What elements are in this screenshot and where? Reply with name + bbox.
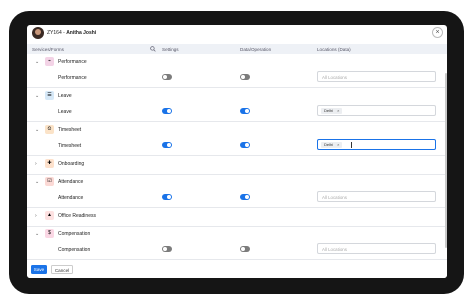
permissions-dialog: ZY164 - Anitha Joshi × Services/Forms Se… — [27, 25, 447, 278]
category-office-readiness[interactable]: › ▲ Office Readiness — [27, 209, 447, 223]
chevron-down-icon[interactable]: ⌄ — [35, 127, 39, 133]
location-chip: Delhi × — [321, 108, 343, 114]
avatar — [32, 27, 44, 39]
search-icon[interactable] — [150, 46, 156, 52]
locations-input[interactable]: All Locations — [317, 71, 436, 82]
location-chip-label: Delhi — [324, 142, 334, 147]
office-readiness-icon: ▲ — [45, 211, 54, 220]
permission-label: Performance — [58, 75, 87, 81]
settings-toggle[interactable] — [162, 108, 172, 114]
permission-row: Compensation All Locations — [27, 241, 447, 260]
locations-placeholder: All Locations — [322, 247, 347, 252]
save-button[interactable]: Save — [31, 265, 47, 274]
data-operation-toggle[interactable] — [240, 142, 250, 148]
dialog-header: ZY164 - Anitha Joshi × — [27, 25, 447, 43]
leave-icon: ☰ — [45, 91, 54, 100]
col-services: Services/Forms — [32, 47, 64, 52]
remove-chip-icon[interactable]: × — [337, 142, 339, 147]
chevron-down-icon[interactable]: ⌄ — [35, 179, 39, 185]
timesheet-icon: ⏲ — [45, 125, 54, 134]
onboarding-icon: ✚ — [45, 159, 54, 168]
permission-row: Performance All Locations — [27, 69, 447, 88]
col-data-operation: Data/Operation — [240, 47, 272, 52]
close-button[interactable]: × — [432, 27, 443, 38]
category-compensation[interactable]: ⌄ $ Compensation — [27, 227, 447, 241]
column-header: Services/Forms Settings Data/Operation L… — [27, 44, 447, 54]
dialog-title: ZY164 - Anitha Joshi — [47, 30, 97, 36]
performance-icon: ⌁ — [45, 57, 54, 66]
category-performance[interactable]: ⌄ ⌁ Performance — [27, 55, 447, 69]
employee-id: ZY164 — [47, 30, 62, 36]
category-label: Office Readiness — [58, 213, 96, 219]
category-label: Leave — [58, 93, 72, 99]
chevron-right-icon[interactable]: › — [35, 161, 37, 167]
category-timesheet[interactable]: ⌄ ⏲ Timesheet — [27, 123, 447, 137]
compensation-icon: $ — [45, 229, 54, 238]
dialog-footer: Save Cancel — [27, 263, 447, 278]
cancel-button[interactable]: Cancel — [51, 265, 73, 274]
data-operation-toggle[interactable] — [240, 108, 250, 114]
attendance-icon: ☑ — [45, 177, 54, 186]
services-list: ⌄ ⌁ Performance Performance All Locations ⌄ ☰ L… — [27, 55, 447, 278]
scrollbar[interactable] — [445, 73, 447, 248]
data-operation-toggle[interactable] — [240, 74, 250, 80]
data-operation-toggle[interactable] — [240, 194, 250, 200]
locations-input[interactable]: All Locations — [317, 191, 436, 202]
chevron-right-icon[interactable]: › — [35, 213, 37, 219]
chevron-down-icon[interactable]: ⌄ — [35, 231, 39, 237]
category-label: Compensation — [58, 231, 91, 237]
permission-label: Compensation — [58, 247, 91, 253]
data-operation-toggle[interactable] — [240, 246, 250, 252]
permission-label: Leave — [58, 109, 72, 115]
permission-label: Attendance — [58, 195, 84, 201]
settings-toggle[interactable] — [162, 74, 172, 80]
category-onboarding[interactable]: › ✚ Onboarding — [27, 157, 447, 171]
category-label: Performance — [58, 59, 87, 65]
category-label: Timesheet — [58, 127, 82, 133]
permission-label: Timesheet — [58, 143, 82, 149]
settings-toggle[interactable] — [162, 246, 172, 252]
location-chip: Delhi × — [321, 142, 343, 148]
locations-input[interactable]: Delhi × — [317, 139, 436, 150]
employee-name: Anitha Joshi — [66, 30, 97, 36]
permission-row: Timesheet Delhi × — [27, 137, 447, 156]
category-label: Onboarding — [58, 161, 85, 167]
locations-placeholder: All Locations — [322, 75, 347, 80]
remove-chip-icon[interactable]: × — [337, 108, 339, 113]
location-chip-label: Delhi — [324, 108, 334, 113]
permission-row: Attendance All Locations — [27, 189, 447, 208]
col-settings: Settings — [162, 47, 179, 52]
category-attendance[interactable]: ⌄ ☑ Attendance — [27, 175, 447, 189]
permission-row: Leave Delhi × — [27, 103, 447, 122]
settings-toggle[interactable] — [162, 142, 172, 148]
locations-placeholder: All Locations — [322, 195, 347, 200]
locations-input[interactable]: All Locations — [317, 243, 436, 254]
col-locations: Locations (Data) — [317, 47, 351, 52]
chevron-down-icon[interactable]: ⌄ — [35, 93, 39, 99]
category-leave[interactable]: ⌄ ☰ Leave — [27, 89, 447, 103]
chevron-down-icon[interactable]: ⌄ — [35, 59, 39, 65]
settings-toggle[interactable] — [162, 194, 172, 200]
text-caret — [351, 142, 352, 148]
locations-input[interactable]: Delhi × — [317, 105, 436, 116]
category-label: Attendance — [58, 179, 84, 185]
